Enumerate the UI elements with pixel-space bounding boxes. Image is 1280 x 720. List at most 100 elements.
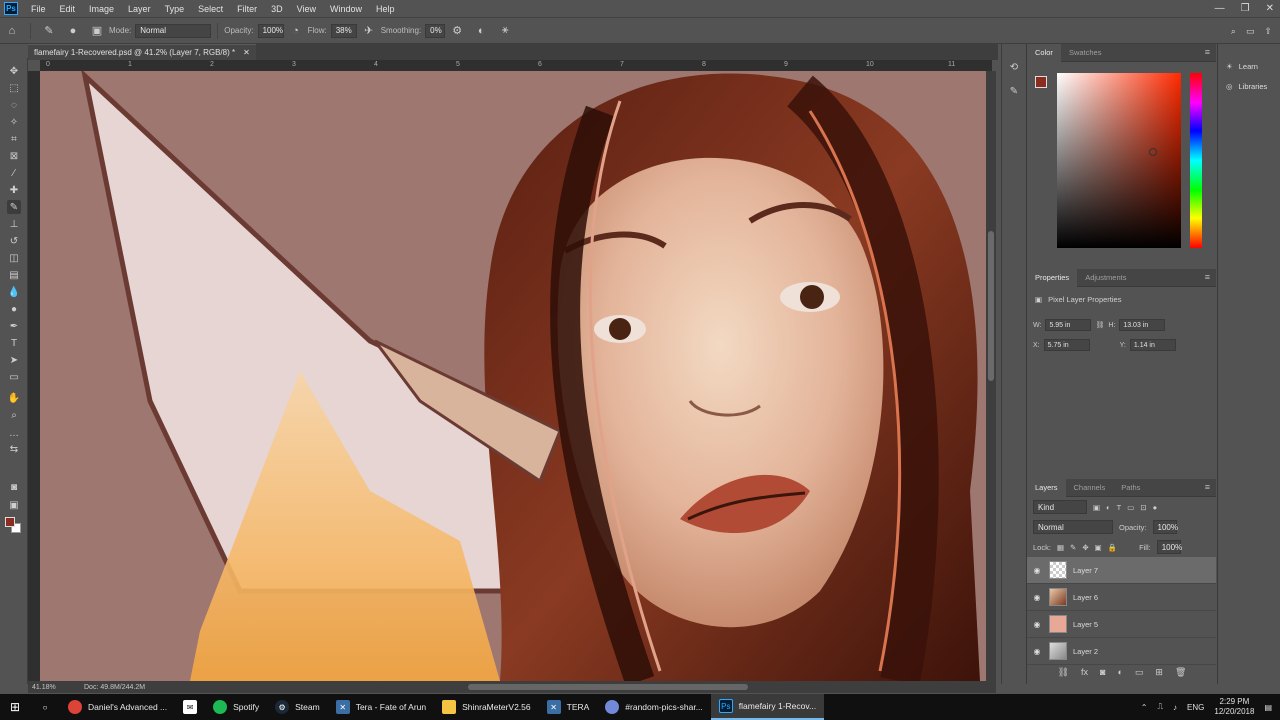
path-select-icon[interactable]: ➤ (7, 353, 21, 367)
tab-paths[interactable]: Paths (1113, 479, 1148, 497)
tab-layers[interactable]: Layers (1027, 478, 1066, 497)
new-group-icon[interactable]: ▭ (1135, 667, 1144, 678)
taskbar-item[interactable]: Ps flamefairy 1-Recov... (710, 694, 825, 720)
document-canvas[interactable] (40, 71, 986, 681)
eye-icon[interactable]: ◉ (1027, 620, 1047, 629)
tab-channels[interactable]: Channels (1066, 479, 1114, 497)
layer-opacity-field[interactable]: 100% (1152, 520, 1178, 534)
fill-field[interactable]: 100% (1156, 540, 1182, 554)
pressure-size-icon[interactable]: ◐ (474, 24, 488, 38)
eye-icon[interactable]: ◉ (1027, 647, 1047, 656)
chevron-up-icon[interactable]: ⌃ (1141, 703, 1148, 712)
menu-help[interactable]: Help (369, 4, 402, 14)
symmetry-icon[interactable]: ⚹ (498, 24, 512, 38)
color-field[interactable] (1057, 73, 1181, 248)
taskbar-item[interactable]: ShinraMeterV2.56 (434, 694, 539, 720)
width-field[interactable]: 5.95 in (1045, 319, 1092, 331)
link-layers-icon[interactable]: ⛓ (1058, 667, 1069, 678)
airbrush-icon[interactable]: ✈ (362, 24, 376, 38)
vertical-scrollbar[interactable] (986, 71, 996, 681)
blur-tool-icon[interactable]: 💧 (7, 285, 21, 299)
menu-layer[interactable]: Layer (121, 4, 158, 14)
close-icon[interactable]: ✕ (1266, 3, 1274, 14)
hand-tool-icon[interactable]: ✋ (7, 391, 21, 405)
workspace-icon[interactable]: ▭ (1246, 26, 1255, 37)
filter-smart-icon[interactable]: ⊡ (1140, 503, 1146, 512)
filter-shape-icon[interactable]: ▭ (1127, 503, 1134, 512)
language-indicator[interactable]: ENG (1187, 703, 1204, 712)
blend-mode-select[interactable]: Normal (1033, 520, 1113, 534)
network-icon[interactable]: ⎍ (1157, 702, 1163, 712)
dodge-tool-icon[interactable]: ● (7, 302, 21, 316)
taskbar-item[interactable]: ⚙ Steam (267, 694, 328, 720)
move-tool-icon[interactable]: ✥ (7, 64, 21, 78)
zoom-tool-icon[interactable]: ⌕ (7, 408, 21, 422)
menu-edit[interactable]: Edit (53, 4, 83, 14)
brush-settings-panel-icon[interactable]: ✎ (1007, 84, 1021, 98)
menu-view[interactable]: View (290, 4, 323, 14)
taskbar-item[interactable]: ✕ TERA (539, 694, 598, 720)
quick-select-tool-icon[interactable]: ✧ (7, 115, 21, 129)
foreground-color-swatch[interactable] (5, 517, 15, 527)
menu-image[interactable]: Image (82, 4, 121, 14)
eraser-tool-icon[interactable]: ◫ (7, 251, 21, 265)
layer-row[interactable]: ◉ Layer 7 (1027, 557, 1216, 584)
menu-window[interactable]: Window (323, 4, 369, 14)
panel-menu-icon[interactable]: ≡ (1205, 482, 1210, 492)
share-icon[interactable]: ⇪ (1264, 26, 1272, 37)
menu-select[interactable]: Select (191, 4, 230, 14)
scroll-thumb[interactable] (988, 231, 994, 381)
menu-type[interactable]: Type (158, 4, 192, 14)
taskbar-item[interactable]: #random-pics-shar... (597, 694, 710, 720)
taskbar-item[interactable]: Daniel's Advanced ... (60, 694, 175, 720)
eye-icon[interactable]: ◉ (1027, 566, 1047, 575)
color-picker-marker[interactable] (1149, 148, 1157, 156)
healing-tool-icon[interactable]: ✚ (7, 183, 21, 197)
menu-file[interactable]: File (24, 4, 53, 14)
filter-type-icon[interactable]: T (1117, 503, 1122, 512)
adjustment-layer-icon[interactable]: ◐ (1117, 667, 1122, 677)
flow-field[interactable]: 38% (330, 23, 357, 38)
foreground-color-chip[interactable] (1035, 76, 1047, 88)
screen-mode-icon[interactable]: ▣ (7, 498, 21, 512)
lasso-tool-icon[interactable]: ◌ (7, 98, 21, 112)
notifications-icon[interactable]: ▤ (1264, 703, 1272, 712)
libraries-panel-button[interactable]: ◎ Libraries (1218, 76, 1280, 96)
more-tools-icon[interactable]: … (7, 426, 21, 440)
add-mask-icon[interactable]: ◙ (1100, 667, 1105, 677)
filter-kind-select[interactable]: Kind (1033, 500, 1087, 514)
gradient-tool-icon[interactable]: ▤ (7, 268, 21, 282)
hue-slider[interactable] (1190, 73, 1202, 248)
horizontal-scrollbar[interactable] (468, 684, 748, 690)
photoshop-logo-icon[interactable]: Ps (4, 2, 18, 15)
pressure-opacity-icon[interactable]: ◔ (289, 24, 303, 38)
volume-icon[interactable]: ♪ (1173, 703, 1177, 712)
taskbar-item[interactable]: Spotify (205, 694, 267, 720)
crop-tool-icon[interactable]: ⌗ (7, 132, 21, 146)
history-brush-icon[interactable]: ↺ (7, 234, 21, 248)
lock-position-icon[interactable]: ✥ (1082, 543, 1088, 552)
y-field[interactable]: 1.14 in (1129, 339, 1176, 351)
tab-color[interactable]: Color (1027, 43, 1061, 62)
marquee-tool-icon[interactable]: ⬚ (7, 81, 21, 95)
doc-size[interactable]: Doc: 49.8M/244.2M (68, 684, 145, 691)
clock[interactable]: 2:29 PM 12/20/2018 (1214, 697, 1254, 717)
search-icon[interactable]: ⌕ (1231, 26, 1236, 37)
new-layer-icon[interactable]: ⊞ (1155, 667, 1163, 678)
close-tab-icon[interactable]: ✕ (243, 48, 250, 57)
restore-icon[interactable]: ❐ (1241, 3, 1250, 14)
filter-pixel-icon[interactable]: ▣ (1093, 503, 1100, 512)
x-field[interactable]: 5.75 in (1043, 339, 1090, 351)
panel-menu-icon[interactable]: ≡ (1205, 47, 1210, 57)
filter-adjust-icon[interactable]: ◐ (1106, 503, 1111, 512)
trash-icon[interactable]: 🗑 (1175, 667, 1186, 678)
shape-tool-icon[interactable]: ▭ (7, 370, 21, 384)
lock-paint-icon[interactable]: ✎ (1070, 543, 1076, 552)
stamp-tool-icon[interactable]: ⊥ (7, 217, 21, 231)
document-tab[interactable]: flamefairy 1-Recovered.psd @ 41.2% (Laye… (28, 44, 256, 60)
taskbar-item[interactable]: ✉ (175, 694, 205, 720)
swap-colors-icon[interactable]: ⇆ (7, 442, 21, 456)
learn-panel-button[interactable]: ☀ Learn (1218, 56, 1280, 76)
opacity-field[interactable]: 100% (257, 23, 284, 38)
brush-tool-icon[interactable]: ✎ (42, 24, 56, 38)
